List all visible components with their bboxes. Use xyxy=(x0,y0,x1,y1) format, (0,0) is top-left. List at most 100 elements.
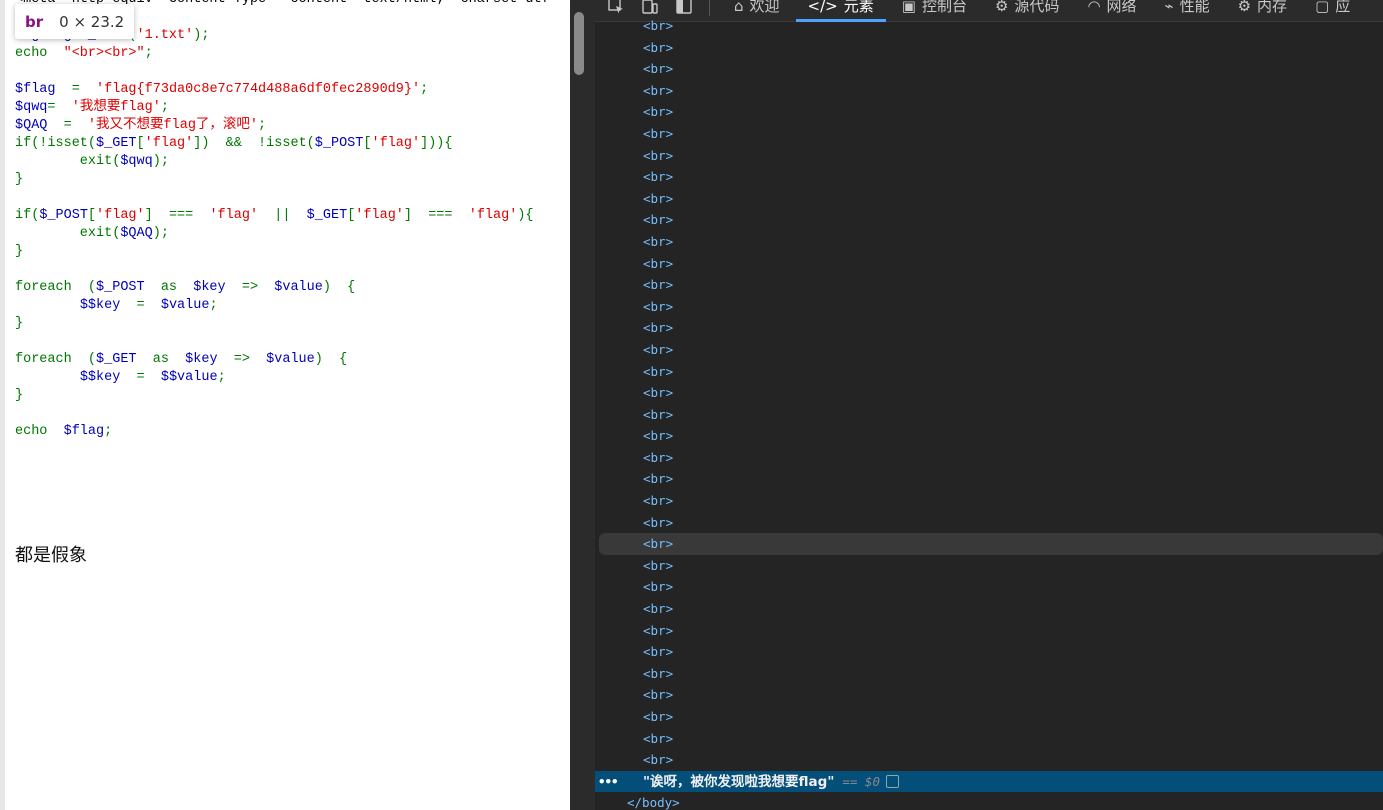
br-node[interactable]: <br> xyxy=(595,468,1383,490)
code-token: = xyxy=(63,118,88,133)
code-token: if(!isset( xyxy=(15,136,97,151)
br-node[interactable]: <br> xyxy=(595,188,1383,210)
code-token: } xyxy=(15,172,24,187)
code-token: ); xyxy=(152,226,169,241)
code-line: if(!isset($_GET['flag']) && !isset($_POS… xyxy=(15,135,558,153)
br-node[interactable]: <br> xyxy=(595,317,1383,339)
br-node[interactable]: <br> xyxy=(595,101,1383,123)
br-node[interactable]: <br> xyxy=(595,296,1383,318)
code-token: ; xyxy=(258,118,267,133)
code-token: $flag xyxy=(15,82,72,97)
br-node[interactable]: <br> xyxy=(595,490,1383,512)
br-node[interactable]: <br> xyxy=(595,749,1383,771)
code-token: ; xyxy=(104,424,113,439)
br-node[interactable]: <br> xyxy=(595,166,1383,188)
br-node[interactable]: <br> xyxy=(595,15,1383,37)
br-node[interactable]: <br> xyxy=(595,361,1383,383)
code-token: echo xyxy=(15,424,64,439)
code-line: $qwq= '我想要flag'; xyxy=(15,99,558,117)
br-node[interactable]: <br> xyxy=(595,620,1383,642)
code-line: } xyxy=(15,387,558,405)
code-token: } xyxy=(15,388,24,403)
br-node[interactable]: <br> xyxy=(595,684,1383,706)
br-node[interactable]: <br> xyxy=(595,512,1383,534)
code-token: ])){ xyxy=(420,136,453,151)
br-node[interactable]: <br> xyxy=(595,641,1383,663)
br-node[interactable]: <br> xyxy=(599,533,1383,555)
code-token: "<br><br>" xyxy=(63,46,145,61)
code-token: as xyxy=(152,352,186,367)
br-node[interactable]: <br> xyxy=(595,231,1383,253)
code-line: echo "<br><br>"; xyxy=(15,45,558,63)
code-token: $_GET xyxy=(96,136,137,151)
page-scrollbar[interactable] xyxy=(570,0,595,810)
code-token: '我又不想要flag了，滚吧' xyxy=(87,118,259,133)
code-line: $$key = $value; xyxy=(15,297,558,315)
body-close-tag[interactable]: </body> xyxy=(595,792,1383,810)
code-token: foreach ( xyxy=(15,280,97,295)
br-node[interactable]: <br> xyxy=(595,80,1383,102)
code-line: foreach ($_GET as $key => $value) { xyxy=(15,351,558,369)
code-token: ; xyxy=(144,46,153,61)
memory-icon: ⚙ xyxy=(1237,0,1252,15)
code-token: $_POST xyxy=(96,280,161,295)
br-node[interactable]: <br> xyxy=(595,274,1383,296)
tooltip-tag: br xyxy=(25,12,44,31)
code-token: $_GET xyxy=(306,208,348,223)
code-token: [ xyxy=(363,136,372,151)
br-node[interactable]: <br> xyxy=(595,253,1383,275)
br-node[interactable]: <br> xyxy=(595,382,1383,404)
code-token: $$key xyxy=(79,298,137,313)
copilot-icon[interactable] xyxy=(886,774,899,788)
br-node[interactable]: <br> xyxy=(595,728,1383,750)
code-line: } xyxy=(15,243,558,261)
br-node[interactable]: <br> xyxy=(595,576,1383,598)
code-token: 'flag' xyxy=(371,136,421,151)
text-node-content: "诶呀，被你发现啦我想要flag" xyxy=(643,773,835,790)
tooltip-size: 0 × 23.2 xyxy=(59,12,125,31)
selected-text-node[interactable]: ••• "诶呀，被你发现啦我想要flag" == $0 xyxy=(595,770,1383,793)
br-node[interactable]: <br> xyxy=(595,404,1383,426)
br-node[interactable]: <br> xyxy=(595,598,1383,620)
br-node[interactable]: <br> xyxy=(595,663,1383,685)
page-viewport: <meta http-equiv="Content-Type" content=… xyxy=(0,0,570,810)
code-line: } xyxy=(15,315,558,333)
code-line: } xyxy=(15,171,558,189)
code-line: echo $flag; xyxy=(15,423,558,441)
br-node[interactable]: <br> xyxy=(595,58,1383,80)
tab-label: 元素 xyxy=(843,0,874,15)
code-line: $QAQ = '我又不想要flag了，滚吧'; xyxy=(15,117,558,135)
fake-text: 都是假象 xyxy=(15,545,87,566)
code-token: $$value xyxy=(160,370,218,385)
code-token: = xyxy=(136,370,161,385)
console-ref: == $0 xyxy=(842,773,880,789)
code-token: $value xyxy=(266,352,315,367)
code-token: $$key xyxy=(79,370,137,385)
code-token: $qwq xyxy=(15,100,48,115)
br-node[interactable]: <br> xyxy=(595,447,1383,469)
code-token: exit( xyxy=(15,226,121,241)
more-options-icon[interactable]: ••• xyxy=(598,771,619,793)
code-token: $_POST xyxy=(314,136,364,151)
br-node[interactable]: <br> xyxy=(595,123,1383,145)
scrollbar-thumb[interactable] xyxy=(574,12,584,75)
br-node[interactable]: <br> xyxy=(595,209,1383,231)
tab-label: 欢迎 xyxy=(749,0,780,15)
code-token: ] === xyxy=(144,208,210,223)
code-token: exit( xyxy=(15,154,121,169)
br-node[interactable]: <br> xyxy=(595,339,1383,361)
code-token: 'flag' xyxy=(144,136,194,151)
br-node[interactable]: <br> xyxy=(595,37,1383,59)
element-tooltip: br 0 × 23.2 xyxy=(15,4,135,39)
br-node[interactable]: <br> xyxy=(595,555,1383,577)
br-node[interactable]: <br> xyxy=(595,425,1383,447)
br-node[interactable]: <br> xyxy=(595,145,1383,167)
code-token: => xyxy=(241,280,275,295)
code-token: ]) && !isset( xyxy=(193,136,315,151)
br-node[interactable]: <br> xyxy=(595,706,1383,728)
toolbar-divider xyxy=(709,0,710,16)
code-token: ; xyxy=(160,100,169,115)
